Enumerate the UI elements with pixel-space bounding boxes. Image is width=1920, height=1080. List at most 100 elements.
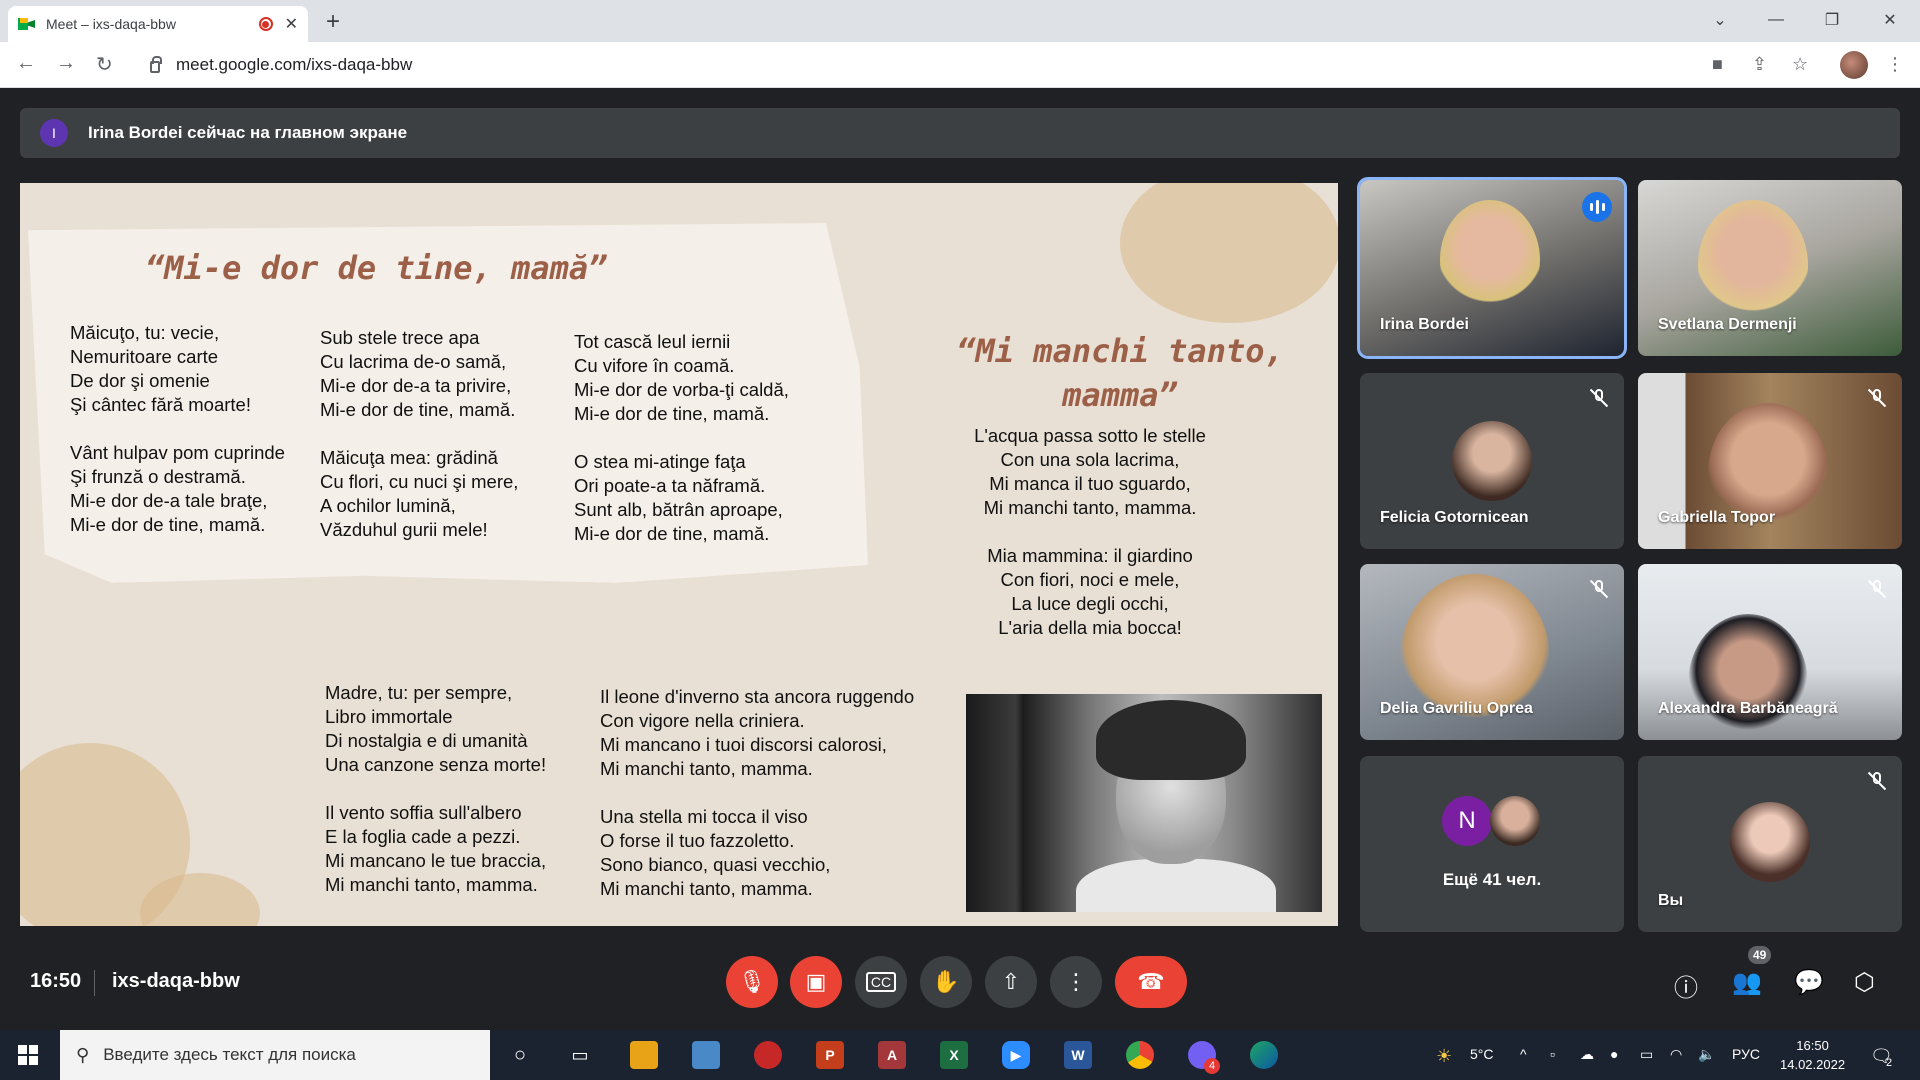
avatar: N: [1442, 796, 1492, 846]
ro-stanza-col3: Tot cască leul iernii Cu vifore în coamă…: [574, 331, 789, 544]
tab-search-icon[interactable]: ⌄: [1692, 0, 1748, 40]
tab-title: Meet – ixs-daqa-bbw: [46, 16, 176, 32]
muted-mic-icon: [1866, 578, 1888, 600]
windows-taskbar: ⚲ Введите здесь текст для поиска ○ ▭ P A…: [0, 1030, 1920, 1080]
edge-icon[interactable]: [1250, 1041, 1278, 1069]
taskbar-clock[interactable]: 16:50 14.02.2022: [1780, 1036, 1845, 1074]
powerpoint-icon[interactable]: P: [816, 1041, 844, 1069]
participant-tile[interactable]: Delia Gavriliu Oprea: [1360, 564, 1624, 740]
clock-date: 14.02.2022: [1780, 1057, 1846, 1072]
it-stanza-col2: Il leone d'inverno sta ancora ruggendo C…: [600, 686, 915, 899]
minimize-button[interactable]: —: [1748, 0, 1804, 40]
language-indicator[interactable]: РУС: [1732, 1046, 1760, 1062]
leave-call-button[interactable]: ☎: [1115, 956, 1187, 1008]
share-icon[interactable]: ⇪: [1752, 54, 1767, 75]
taskbar-search[interactable]: ⚲ Введите здесь текст для поиска: [60, 1030, 490, 1080]
participant-name: Felicia Gotornicean: [1380, 509, 1529, 526]
meet-logo-icon: [18, 16, 36, 32]
self-tile[interactable]: Вы: [1638, 756, 1902, 932]
onedrive-icon[interactable]: ☁: [1580, 1046, 1594, 1063]
excel-icon[interactable]: X: [940, 1041, 968, 1069]
recording-indicator-icon: [258, 17, 273, 31]
back-icon[interactable]: ←: [16, 52, 36, 75]
participant-name: Delia Gavriliu Oprea: [1380, 700, 1533, 717]
bookmark-star-icon[interactable]: ☆: [1792, 54, 1808, 75]
italian-title: “Mi manchi tanto, mamma”: [956, 332, 1284, 414]
present-button[interactable]: ⇧: [985, 956, 1037, 1008]
battery-icon[interactable]: ▭: [1640, 1046, 1653, 1063]
muted-mic-icon: [1866, 770, 1888, 792]
windows-start-icon[interactable]: [18, 1045, 38, 1065]
weather-temp[interactable]: 5°C: [1470, 1046, 1494, 1062]
camera-icon[interactable]: ■: [1712, 54, 1723, 75]
participant-tile[interactable]: Alexandra Barbăneagră: [1638, 564, 1902, 740]
task-view-icon[interactable]: ▭: [566, 1041, 594, 1069]
tray-icon[interactable]: ▫: [1550, 1046, 1555, 1062]
new-tab-button[interactable]: +: [326, 8, 340, 36]
reload-icon[interactable]: ↻: [96, 52, 113, 77]
avatar: [1490, 796, 1540, 846]
decor-splash: [1120, 183, 1338, 323]
app-icon[interactable]: [692, 1041, 720, 1069]
browser-toolbar: ← → ↻ meet.google.com/ixs-daqa-bbw ■ ⇪ ☆…: [0, 42, 1920, 88]
access-icon[interactable]: A: [878, 1041, 906, 1069]
browser-tabbar: Meet – ixs-daqa-bbw ✕ + ⌄ — ❐ ✕: [0, 0, 1920, 42]
wifi-icon[interactable]: ◠: [1670, 1046, 1682, 1063]
word-icon[interactable]: W: [1064, 1041, 1092, 1069]
participant-tile[interactable]: Felicia Gotornicean: [1360, 373, 1624, 549]
more-options-button[interactable]: ⋮: [1050, 956, 1102, 1008]
it-stanza-col1: Madre, tu: per sempre, Libro immortale D…: [325, 682, 547, 895]
chrome-icon[interactable]: [1126, 1041, 1154, 1069]
presenter-text: Irina Bordei сейчас на главном экране: [88, 123, 408, 142]
camera-off-button[interactable]: ▣: [790, 956, 842, 1008]
profile-avatar[interactable]: [1840, 51, 1868, 79]
forward-icon[interactable]: →: [56, 52, 76, 75]
avatar: [1730, 802, 1810, 882]
romanian-title: “Mi-e dor de tine, mamă”: [145, 249, 608, 287]
divider: [94, 970, 95, 996]
weather-icon[interactable]: ☀: [1436, 1046, 1452, 1067]
mic-off-button[interactable]: 🎙: [726, 956, 778, 1008]
mic-tray-icon[interactable]: ●: [1610, 1046, 1618, 1062]
zoom-icon[interactable]: ▶: [1002, 1041, 1030, 1069]
people-icon[interactable]: 👥: [1732, 968, 1762, 997]
self-label: Вы: [1658, 892, 1684, 909]
meeting-time: 16:50: [30, 970, 82, 992]
author-photo: [966, 694, 1322, 912]
address-bar[interactable]: meet.google.com/ixs-daqa-bbw: [140, 47, 1700, 83]
browser-menu-icon[interactable]: ⋮: [1886, 54, 1904, 75]
muted-mic-icon: [1588, 387, 1610, 409]
participant-tile[interactable]: Svetlana Dermenji: [1638, 180, 1902, 356]
app-icon[interactable]: [754, 1041, 782, 1069]
muted-mic-icon: [1588, 578, 1610, 600]
more-participants-tile[interactable]: N Ещё 41 чел.: [1360, 756, 1624, 932]
ro-stanza-col2: Sub stele trece apa Cu lacrima de-o samă…: [320, 327, 519, 540]
mic-off-icon: 🎙: [738, 969, 766, 994]
more-icon: ⋮: [1065, 969, 1087, 994]
notification-count: 2: [1886, 1057, 1893, 1069]
captions-button[interactable]: CC: [855, 956, 907, 1008]
file-explorer-icon[interactable]: [630, 1041, 658, 1069]
volume-icon[interactable]: 🔈: [1698, 1046, 1715, 1063]
meet-control-bar: 16:50 ixs-daqa-bbw 🎙 ▣ CC ✋ ⇧ ⋮ ☎ ⓘ 👥 49…: [0, 946, 1920, 1030]
present-icon: ⇧: [1001, 969, 1021, 994]
restore-button[interactable]: ❐: [1804, 0, 1860, 40]
browser-tab[interactable]: Meet – ixs-daqa-bbw ✕: [8, 6, 308, 42]
raise-hand-button[interactable]: ✋: [920, 956, 972, 1008]
viber-badge: 4: [1204, 1058, 1220, 1074]
participants-count-badge: 49: [1748, 946, 1772, 964]
info-icon[interactable]: ⓘ: [1674, 968, 1698, 1003]
cortana-icon[interactable]: ○: [506, 1041, 534, 1069]
participant-tile[interactable]: Irina Bordei: [1357, 177, 1627, 359]
chat-icon[interactable]: 💬: [1794, 968, 1824, 997]
search-icon: ⚲: [76, 1044, 90, 1065]
participant-tile[interactable]: Gabriella Topor: [1638, 373, 1902, 549]
close-window-button[interactable]: ✕: [1862, 0, 1918, 40]
avatar: [1452, 421, 1532, 501]
hang-up-icon: ☎: [1137, 969, 1165, 994]
close-tab-icon[interactable]: ✕: [285, 14, 298, 34]
hand-icon: ✋: [932, 969, 960, 994]
url-text: meet.google.com/ixs-daqa-bbw: [176, 55, 413, 74]
activities-icon[interactable]: ⬡: [1854, 968, 1875, 997]
tray-chevron-icon[interactable]: ^: [1520, 1046, 1527, 1062]
